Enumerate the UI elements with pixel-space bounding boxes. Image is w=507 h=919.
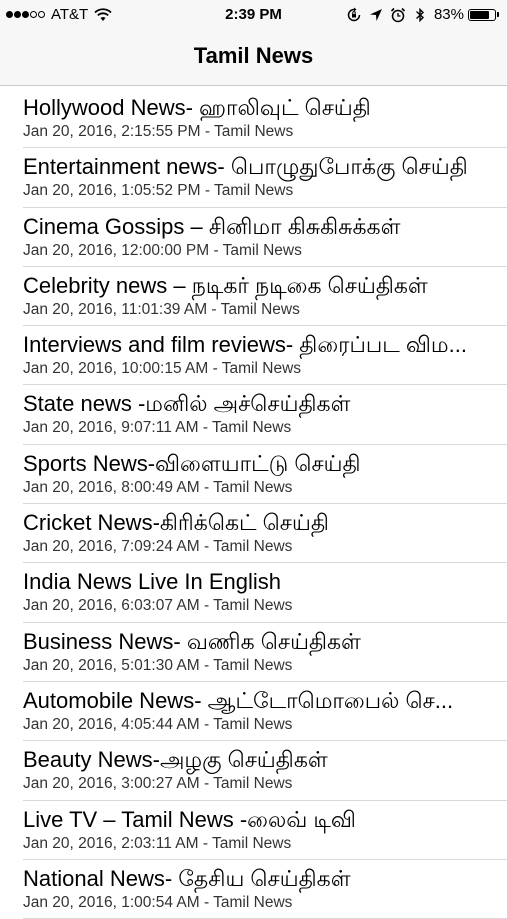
article-meta: Jan 20, 2016, 5:01:30 AM - Tamil News <box>23 656 293 674</box>
article-meta: Jan 20, 2016, 1:00:54 AM - Tamil News <box>23 893 293 911</box>
list-item[interactable]: Beauty News-அழகு செய்திகள் Jan 20, 2016, … <box>23 741 507 801</box>
article-title: Cricket News-கிரிக்கெட் செய்தி <box>23 510 329 536</box>
list-item[interactable]: India News Live In English Jan 20, 2016, … <box>23 563 507 623</box>
battery-nub <box>497 12 499 17</box>
battery-icon <box>468 8 496 21</box>
article-title: Interviews and film reviews- திரைப்பட வி… <box>23 332 467 358</box>
list-item[interactable]: Entertainment news- பொழுதுபோக்கு செய்தி J… <box>23 148 507 208</box>
status-right: 83% <box>346 6 499 23</box>
battery-fill <box>470 10 490 19</box>
list-item[interactable]: Celebrity news – நடிகர் நடிகை செய்திகள் J… <box>23 267 507 327</box>
location-icon <box>369 8 382 21</box>
article-meta: Jan 20, 2016, 7:09:24 AM - Tamil News <box>23 538 293 556</box>
article-title: Cinema Gossips – சினிமா கிசுகிசுக்கள் <box>23 213 401 239</box>
battery-percentage: 83% <box>433 6 464 23</box>
list-item[interactable]: Hollywood News- ஹாலிவுட் செய்தி Jan 20, 2… <box>23 89 507 149</box>
article-meta: Jan 20, 2016, 4:05:44 AM - Tamil News <box>23 715 293 733</box>
article-title: Automobile News- ஆட்டோமொபைல் செ... <box>23 687 454 713</box>
navigation-bar: Tamil News <box>0 30 507 86</box>
list-item[interactable]: State news -மனில் அச்செய்திகள் Jan 20, 20… <box>23 385 507 445</box>
list-item[interactable]: Business News- வணிக செய்திகள் Jan 20, 201… <box>23 623 507 682</box>
screen-rotation-lock-icon <box>347 7 361 21</box>
alarm-icon <box>390 7 406 22</box>
list-item[interactable]: Sports News-விளையாட்டு செய்தி Jan 20, 201… <box>23 445 507 505</box>
status-bar: AT&T 2:39 PM 83% <box>0 0 507 30</box>
news-list[interactable]: Hollywood News- ஹாலிவுட் செய்தி Jan 20, 2… <box>0 89 507 919</box>
page-title: Tamil News <box>193 43 314 68</box>
article-meta: Jan 20, 2016, 12:00:00 PM - Tamil News <box>23 241 302 259</box>
article-title: State news -மனில் அச்செய்திகள் <box>23 391 351 417</box>
article-meta: Jan 20, 2016, 1:05:52 PM - Tamil News <box>23 182 294 200</box>
article-meta: Jan 20, 2016, 2:03:11 AM - Tamil News <box>23 834 292 852</box>
article-title: Live TV – Tamil News -லைவ் டிவி <box>23 806 356 832</box>
article-meta: Jan 20, 2016, 10:00:15 AM - Tamil News <box>23 360 302 378</box>
article-title: Beauty News-அழகு செய்திகள் <box>23 747 328 773</box>
article-title: National News- தேசிய செய்திகள் <box>23 865 351 891</box>
bluetooth-icon <box>415 7 424 22</box>
article-meta: Jan 20, 2016, 9:07:11 AM - Tamil News <box>23 419 292 437</box>
article-title: Business News- வணிக செய்திகள் <box>23 628 361 654</box>
list-item[interactable]: Cinema Gossips – சினிமா கிசுகிசுக்கள் Jan… <box>23 208 507 267</box>
article-title: Celebrity news – நடிகர் நடிகை செய்திகள் <box>23 272 428 298</box>
article-meta: Jan 20, 2016, 2:15:55 PM - Tamil News <box>23 123 294 140</box>
article-title: India News Live In English <box>23 569 282 595</box>
list-item[interactable]: Interviews and film reviews- திரைப்பட வி… <box>23 326 507 386</box>
article-meta: Jan 20, 2016, 6:03:07 AM - Tamil News <box>23 597 293 615</box>
list-item[interactable]: Live TV – Tamil News -லைவ் டிவி Jan 20, 2… <box>23 801 507 860</box>
list-item[interactable]: Automobile News- ஆட்டோமொபைல் செ... Jan 20… <box>23 682 507 742</box>
article-title: Sports News-விளையாட்டு செய்தி <box>23 450 361 476</box>
article-meta: Jan 20, 2016, 11:01:39 AM - Tamil News <box>23 300 300 318</box>
list-item[interactable]: Cricket News-கிரிக்கெட் செய்தி Jan 20, 20… <box>23 504 507 564</box>
article-meta: Jan 20, 2016, 3:00:27 AM - Tamil News <box>23 775 293 793</box>
article-title: Hollywood News- ஹாலிவுட் செய்தி <box>23 95 371 120</box>
list-item[interactable]: National News- தேசிய செய்திகள் Jan 20, 20… <box>23 860 507 919</box>
article-meta: Jan 20, 2016, 8:00:49 AM - Tamil News <box>23 478 293 496</box>
article-title: Entertainment news- பொழுதுபோக்கு செய்தி <box>23 154 468 180</box>
